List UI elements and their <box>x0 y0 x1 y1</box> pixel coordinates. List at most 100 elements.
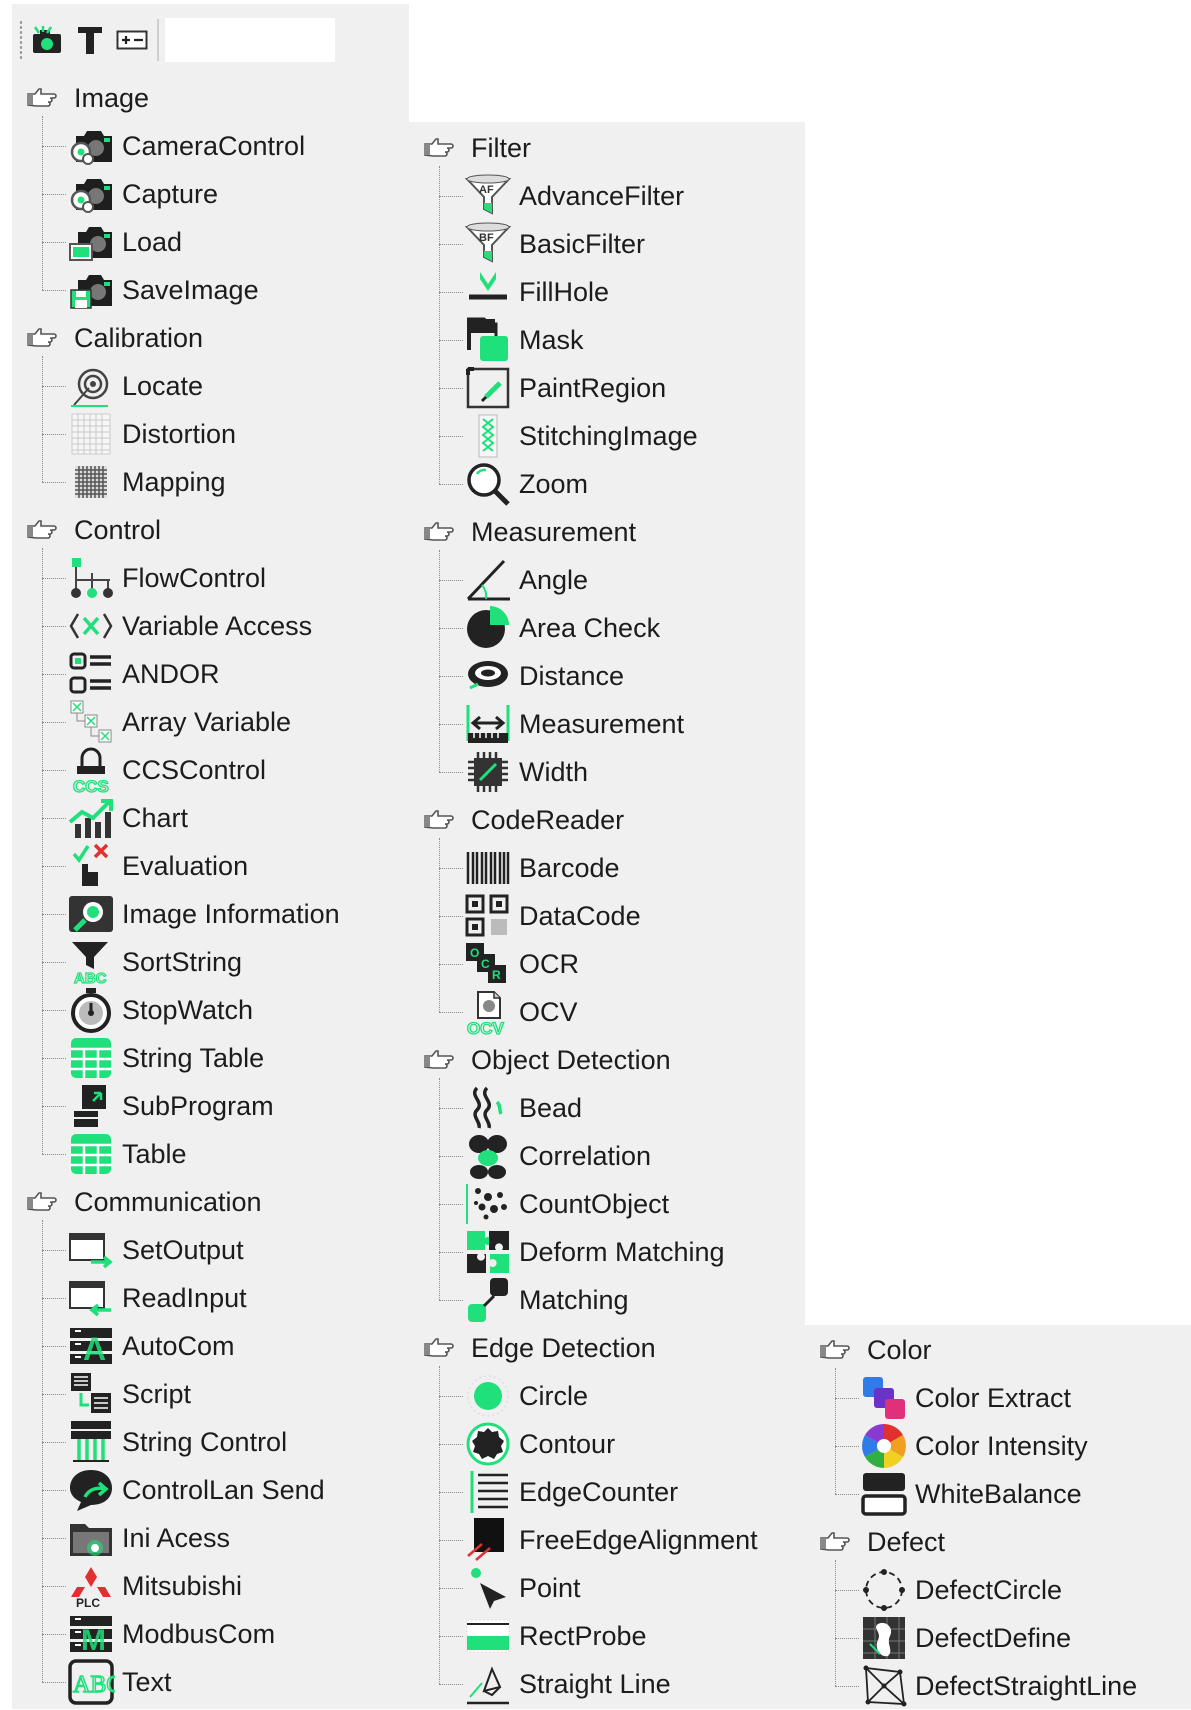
paint-region-icon <box>463 364 513 412</box>
category-edge-detection[interactable]: Edge Detection <box>421 1326 656 1370</box>
category-object-detection[interactable]: Object Detection <box>421 1038 671 1082</box>
tool-item-ocv[interactable]: OCV OCV <box>463 990 578 1036</box>
tool-item-mask[interactable]: Mask <box>463 317 584 362</box>
tool-item-mitsubishi[interactable]: PLC Mitsubishi <box>66 1564 243 1609</box>
category-image[interactable]: Image <box>24 76 149 120</box>
sort-string-icon: ABC <box>66 938 116 986</box>
tool-item-modbuscom[interactable]: M ModbusCom <box>66 1612 275 1656</box>
tool-item-label: WhiteBalance <box>915 1478 1082 1509</box>
tool-item-rectprobe[interactable]: RectProbe <box>463 1614 647 1658</box>
tree-connector <box>42 1346 66 1347</box>
table-icon <box>66 1034 116 1082</box>
tree-connector <box>42 1154 66 1155</box>
tool-item-variable-access[interactable]: Variable Access <box>66 604 312 648</box>
tool-item-andor[interactable]: ANDOR <box>66 652 220 696</box>
tool-item-locate[interactable]: Locate <box>66 364 203 408</box>
tool-item-label: CCSControl <box>122 754 267 785</box>
tool-item-label: Mitsubishi <box>122 1570 243 1601</box>
tool-item-label: Variable Access <box>122 610 313 641</box>
tool-item-distance[interactable]: Distance <box>463 654 624 698</box>
tool-item-contour[interactable]: Contour <box>463 1422 615 1466</box>
tool-item-color-intensity[interactable]: Color Intensity <box>859 1424 1088 1468</box>
tool-item-string-table[interactable]: String Table <box>66 1036 264 1080</box>
tool-item-autocom[interactable]: A AutoCom <box>66 1324 235 1368</box>
tool-item-barcode[interactable]: Barcode <box>463 846 620 890</box>
tool-item-table[interactable]: Table <box>66 1132 187 1176</box>
tool-item-advancefilter[interactable]: AF AdvanceFilter <box>463 174 684 218</box>
tool-item-flowcontrol[interactable]: FlowControl <box>66 556 266 600</box>
tool-item-readinput[interactable]: ReadInput <box>66 1276 247 1320</box>
tool-item-stopwatch[interactable]: StopWatch <box>66 988 253 1033</box>
category-defect[interactable]: Defect <box>817 1520 945 1564</box>
tool-item-ccscontrol[interactable]: CCS CCSControl <box>66 747 267 794</box>
tool-item-cameracontrol[interactable]: CameraControl <box>66 124 305 168</box>
tool-item-datacode[interactable]: DataCode <box>463 894 641 938</box>
tool-item-paintregion[interactable]: PaintRegion <box>463 366 666 410</box>
add-tool-button[interactable] <box>29 19 67 61</box>
category-measurement[interactable]: Measurement <box>421 510 636 554</box>
category-communication[interactable]: Communication <box>24 1180 262 1224</box>
tree-connector <box>42 482 66 483</box>
tool-item-capture[interactable]: Capture <box>66 172 218 216</box>
grid-icon <box>66 410 116 458</box>
tool-item-fillhole[interactable]: FillHole <box>463 270 609 314</box>
tool-item-correlation[interactable]: Correlation <box>463 1134 651 1179</box>
tool-item-ini-acess[interactable]: Ini Acess <box>66 1516 230 1560</box>
tool-item-image-information[interactable]: Image Information <box>66 892 340 936</box>
tool-item-defectdefine[interactable]: DefectDefine <box>859 1616 1071 1660</box>
tool-item-area-check[interactable]: Area Check <box>463 606 660 650</box>
tool-item-script[interactable]: Script <box>66 1372 191 1416</box>
tool-item-array-variable[interactable]: Array Variable <box>66 700 291 744</box>
tool-item-defectstraightline[interactable]: DefectStraightLine <box>859 1664 1137 1708</box>
tool-item-evaluation[interactable]: Evaluation <box>66 843 248 888</box>
tool-item-whitebalance[interactable]: WhiteBalance <box>859 1472 1082 1516</box>
tool-item-point[interactable]: Point <box>463 1566 581 1610</box>
category-label: CodeReader <box>471 804 625 835</box>
tool-item-straight-line[interactable]: Straight Line <box>463 1662 671 1706</box>
tool-item-measurement[interactable]: Measurement <box>463 702 684 746</box>
tree-connector <box>439 916 463 917</box>
tool-item-zoom[interactable]: Zoom <box>463 462 588 506</box>
tool-item-defectcircle[interactable]: DefectCircle <box>859 1568 1062 1612</box>
tool-item-stitchingimage[interactable]: StitchingImage <box>463 414 698 458</box>
tool-item-chart[interactable]: Chart <box>66 796 188 840</box>
tool-item-bead[interactable]: Bead <box>463 1086 582 1130</box>
tool-item-angle[interactable]: Angle <box>463 558 588 602</box>
tool-item-mapping[interactable]: Mapping <box>66 460 226 504</box>
toolbar-grip[interactable] <box>19 20 23 60</box>
tree-connector <box>439 724 463 725</box>
hand-point-icon <box>24 83 60 113</box>
text-button[interactable] <box>71 19 109 61</box>
tool-item-deform-matching[interactable]: Deform Matching <box>463 1230 725 1274</box>
tool-item-distortion[interactable]: Distortion <box>66 412 236 456</box>
tool-item-string-control[interactable]: String Control <box>66 1420 287 1464</box>
tool-item-load[interactable]: Load <box>66 220 182 264</box>
tool-item-subprogram[interactable]: SubProgram <box>66 1084 274 1128</box>
tool-item-circle[interactable]: Circle <box>463 1374 588 1418</box>
category-calibration[interactable]: Calibration <box>24 316 203 360</box>
tree-connector <box>439 1444 463 1445</box>
tool-item-saveimage[interactable]: SaveImage <box>66 268 259 312</box>
tool-item-edgecounter[interactable]: EdgeCounter <box>463 1470 678 1514</box>
tool-item-text[interactable]: ABC Text <box>66 1659 172 1705</box>
tool-item-basicfilter[interactable]: BF BasicFilter <box>463 222 645 266</box>
window-in-icon <box>66 1274 116 1322</box>
tool-item-sortstring[interactable]: ABC SortString <box>66 938 242 986</box>
bead-icon <box>463 1084 513 1132</box>
tool-item-matching[interactable]: Matching <box>463 1278 629 1322</box>
svg-text:A: A <box>83 1331 106 1367</box>
search-input[interactable] <box>165 18 335 62</box>
expand-collapse-button[interactable] <box>113 19 151 61</box>
tool-item-setoutput[interactable]: SetOutput <box>66 1228 244 1272</box>
tool-item-freeedgealignment[interactable]: FreeEdgeAlignment <box>463 1518 758 1562</box>
tool-item-ocr[interactable]: O C R OCR <box>463 942 579 986</box>
category-color[interactable]: Color <box>817 1328 932 1372</box>
category-control[interactable]: Control <box>24 508 161 552</box>
tool-item-controllan-send[interactable]: ControlLan Send <box>66 1468 325 1512</box>
tool-item-color-extract[interactable]: Color Extract <box>859 1376 1071 1420</box>
category-codereader[interactable]: CodeReader <box>421 798 624 842</box>
tool-item-countobject[interactable]: CountObject <box>463 1182 669 1226</box>
tool-item-label: Contour <box>519 1428 616 1459</box>
category-filter[interactable]: Filter <box>421 126 531 170</box>
tool-item-width[interactable]: Width <box>463 750 588 794</box>
